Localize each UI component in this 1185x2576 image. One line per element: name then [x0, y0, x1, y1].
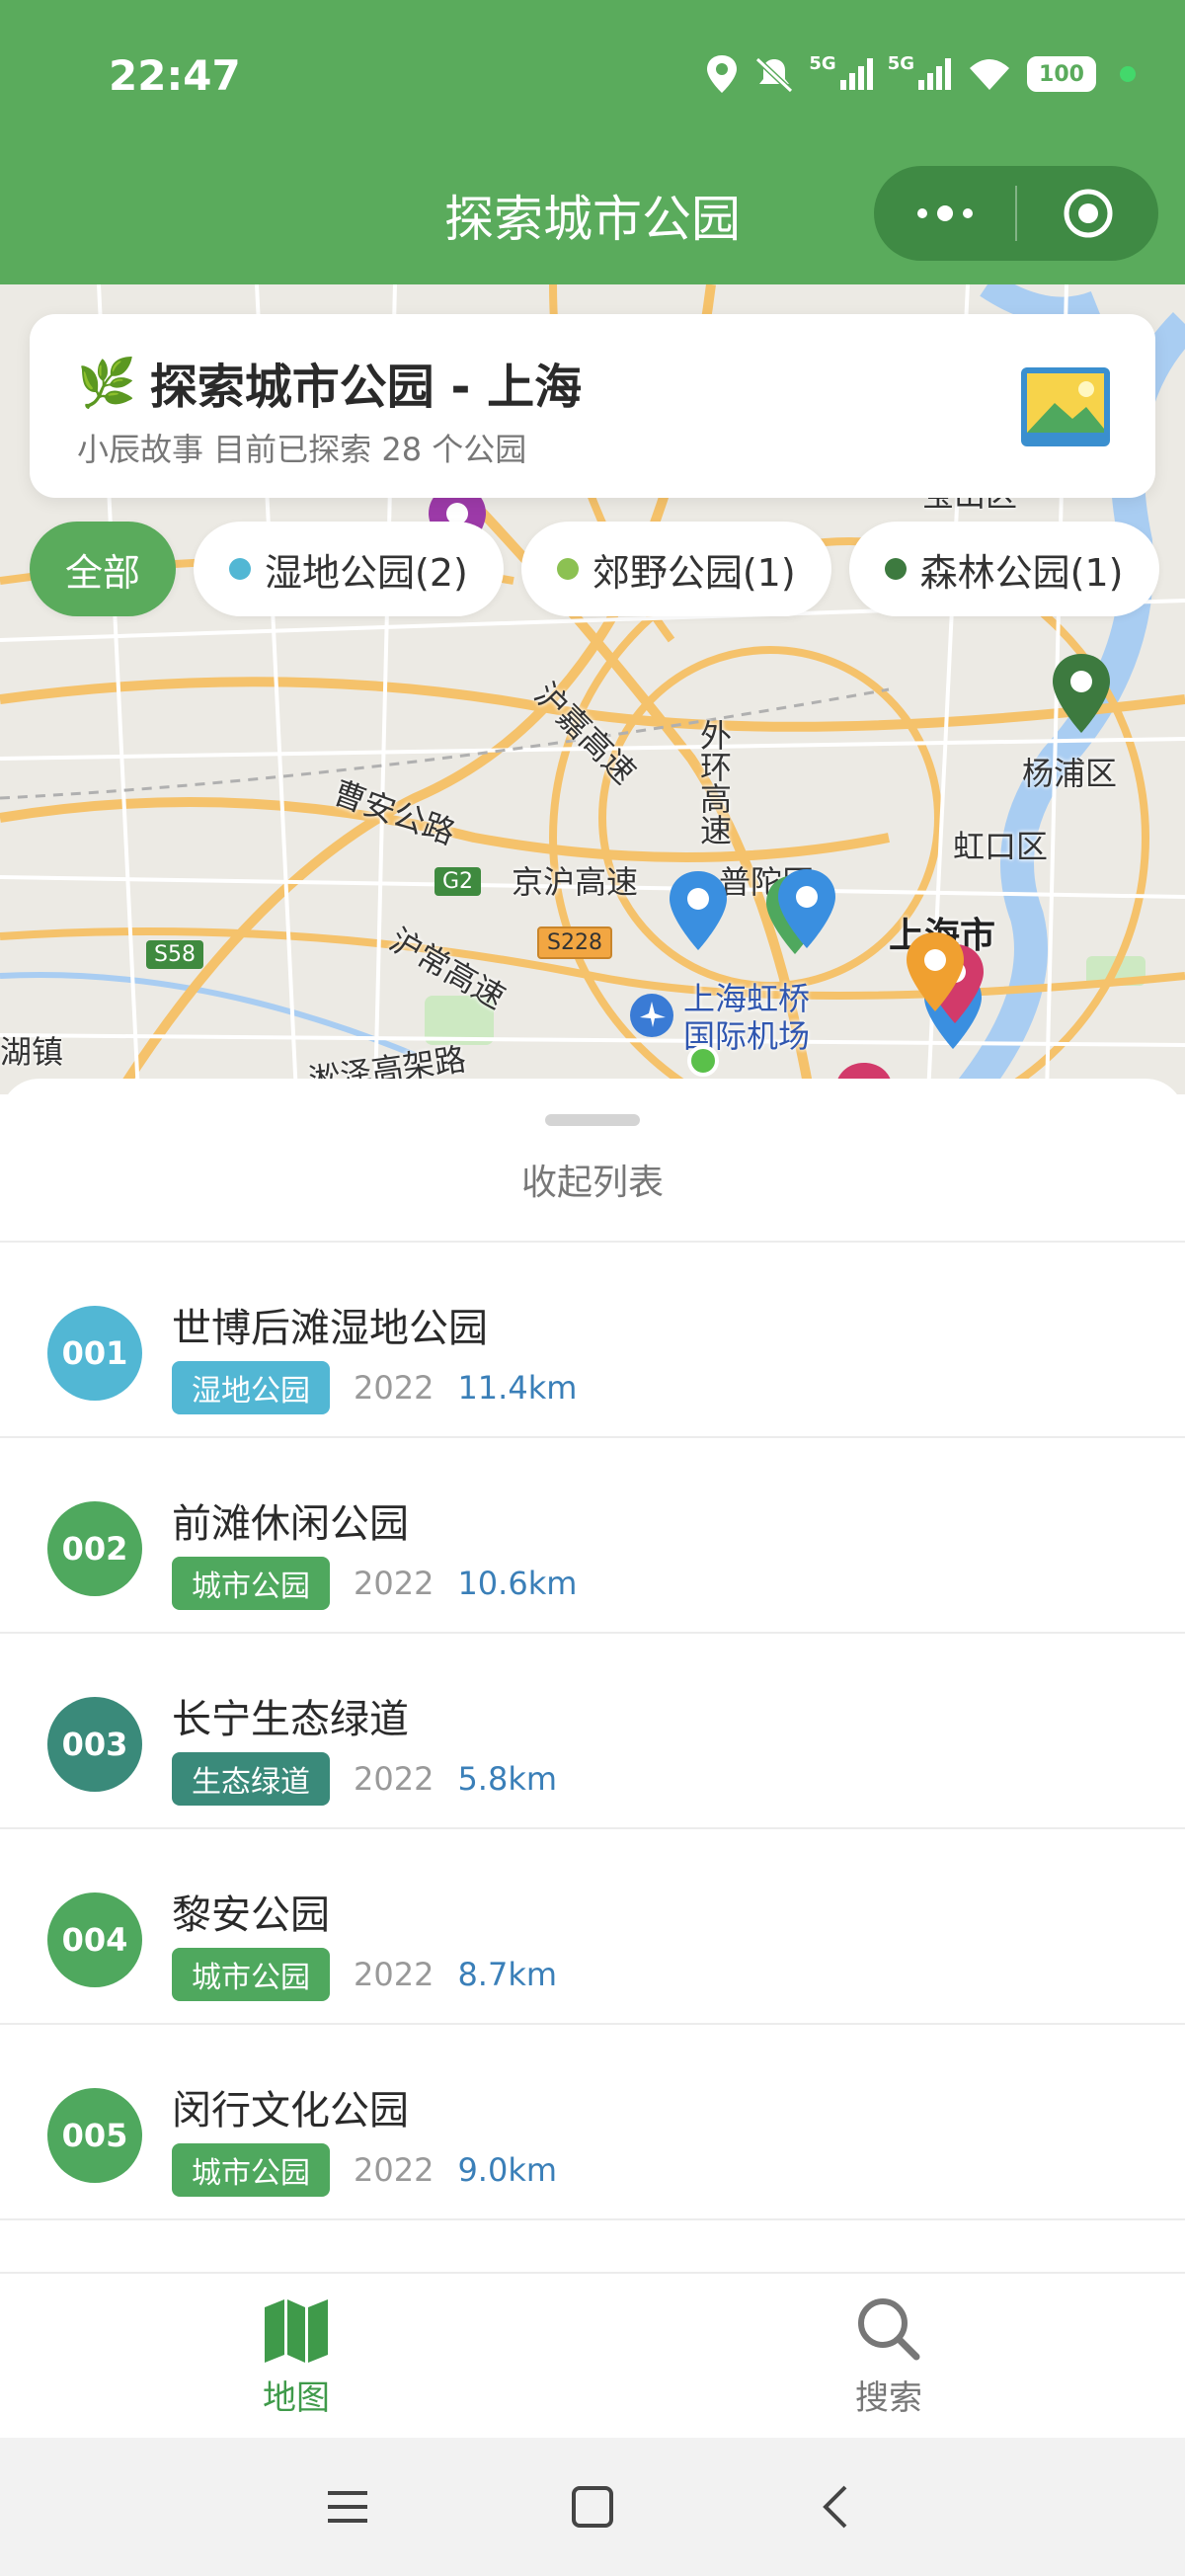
park-distance: 9.0km [457, 2151, 558, 2189]
tab-bar: 地图 搜索 [0, 2272, 1185, 2438]
park-type-tag: 城市公园 [172, 1948, 330, 2001]
airport-icon [630, 994, 673, 1037]
signal-5g-label: 5G [809, 52, 836, 74]
park-year: 2022 [354, 1956, 434, 1993]
picture-icon [1021, 367, 1110, 446]
battery-icon: 100 [1027, 56, 1096, 92]
location-icon [707, 55, 738, 93]
park-type-tag: 生态绿道 [172, 1752, 330, 1806]
home-icon[interactable] [569, 2483, 616, 2531]
park-number-badge: 005 [47, 2088, 142, 2183]
park-meta: 生态绿道 2022 5.8km [172, 1752, 557, 1806]
park-name: 世博后滩湿地公园 [172, 1306, 488, 1351]
park-distance: 11.4km [457, 1369, 578, 1407]
filter-forest[interactable]: 森林公园(1) [848, 522, 1159, 616]
tab-map[interactable]: 地图 [0, 2274, 592, 2438]
sheet-drag-handle[interactable] [545, 1114, 640, 1126]
park-type-tag: 城市公园 [172, 2143, 330, 2197]
park-distance: 10.6km [457, 1565, 578, 1602]
filter-country-label: 郊野公园(1) [592, 550, 796, 595]
map-label-huzhen: 湖镇 [0, 1033, 64, 1071]
filter-forest-label: 森林公园(1) [919, 550, 1124, 595]
mute-icon [755, 56, 794, 94]
park-name: 黎安公园 [172, 1892, 330, 1938]
info-card-subtitle: 小辰故事 目前已探索 28 个公园 [77, 431, 527, 468]
park-number-badge: 002 [47, 1501, 142, 1596]
forest-dot-icon [884, 558, 907, 580]
park-type-tag: 城市公园 [172, 1557, 330, 1610]
tab-search[interactable]: 搜索 [592, 2274, 1185, 2438]
menu-icon[interactable] [324, 2483, 371, 2531]
park-list-sheet: 收起列表 001 世博后滩湿地公园 湿地公园 2022 11.4km 002 前… [0, 1079, 1185, 2272]
road-shield-s228: S228 [537, 926, 612, 959]
filter-chips: 全部 湿地公园(2) 郊野公园(1) 森林公园(1) [30, 522, 1159, 616]
list-item[interactable]: 002 前滩休闲公园 城市公园 2022 10.6km [0, 1438, 1185, 1634]
signal-5g-label-2: 5G [887, 52, 914, 74]
filter-all-label: 全部 [65, 550, 141, 595]
park-number-badge: 004 [47, 1892, 142, 1987]
close-button[interactable] [1017, 166, 1158, 261]
park-number-badge: 001 [47, 1306, 142, 1401]
status-icons: 5G 5G 100 [704, 53, 1136, 95]
back-icon[interactable] [814, 2483, 861, 2531]
privacy-indicator [1120, 66, 1136, 82]
map-icon [265, 2298, 328, 2363]
park-marker[interactable] [664, 867, 733, 956]
country-dot-icon [556, 558, 579, 580]
park-meta: 城市公园 2022 9.0km [172, 2143, 557, 2197]
status-time: 22:47 [109, 51, 241, 100]
list-item[interactable]: 005 闵行文化公园 城市公园 2022 9.0km [0, 2025, 1185, 2220]
filter-wetland-label: 湿地公园(2) [265, 550, 468, 595]
park-distance: 8.7km [457, 1956, 558, 1993]
park-name: 闵行文化公园 [172, 2088, 409, 2133]
list-item[interactable]: 003 长宁生态绿道 生态绿道 2022 5.8km [0, 1634, 1185, 1829]
park-meta: 湿地公园 2022 11.4km [172, 1361, 577, 1414]
top-bar: 22:47 5G 5G 100 探索城市公园 [0, 0, 1185, 284]
tab-map-label: 地图 [263, 2377, 330, 2418]
park-number-badge: 003 [47, 1697, 142, 1792]
park-year: 2022 [354, 1565, 434, 1602]
tab-search-label: 搜索 [855, 2377, 922, 2418]
park-marker[interactable] [901, 928, 970, 1017]
info-card-title-text: 探索城市公园 - 上海 [149, 360, 583, 415]
leaf-icon: 🌿 [77, 355, 136, 411]
park-year: 2022 [354, 1369, 434, 1407]
park-marker[interactable] [772, 865, 841, 954]
map-label-jinghu: 京沪高速 [512, 863, 639, 901]
filter-all[interactable]: 全部 [30, 522, 177, 616]
filter-country[interactable]: 郊野公园(1) [520, 522, 831, 616]
list-item[interactable]: 001 世博后滩湿地公园 湿地公园 2022 11.4km [0, 1243, 1185, 1438]
park-year: 2022 [354, 2151, 434, 2189]
map-label-waihuan: 外环高速 [695, 719, 733, 845]
map-label-yangpu: 杨浦区 [1022, 755, 1118, 792]
list-item[interactable]: 004 黎安公园 城市公园 2022 8.7km [0, 1829, 1185, 2025]
miniprogram-capsule [874, 166, 1158, 261]
park-name: 前滩休闲公园 [172, 1501, 409, 1547]
park-type-tag: 湿地公园 [172, 1361, 330, 1414]
road-shield-g2: G2 [434, 867, 482, 896]
park-year: 2022 [354, 1760, 434, 1798]
target-icon [1064, 189, 1112, 238]
wifi-icon [970, 59, 1009, 90]
park-meta: 城市公园 2022 8.7km [172, 1948, 557, 2001]
search-icon [858, 2297, 920, 2360]
park-list: 001 世博后滩湿地公园 湿地公园 2022 11.4km 002 前滩休闲公园… [0, 1241, 1185, 2220]
current-location-dot [687, 1045, 719, 1077]
collapse-list-button[interactable]: 收起列表 [0, 1154, 1185, 1205]
park-distance: 5.8km [457, 1760, 558, 1798]
more-button[interactable] [874, 166, 1015, 261]
park-marker[interactable] [1047, 650, 1116, 739]
system-nav-bar [0, 2438, 1185, 2576]
park-name: 长宁生态绿道 [172, 1697, 409, 1742]
info-card-title: 🌿 探索城市公园 - 上海 [77, 348, 582, 417]
map-label-hongkou: 虹口区 [953, 828, 1049, 865]
city-info-card: 🌿 探索城市公园 - 上海 小辰故事 目前已探索 28 个公园 [30, 314, 1155, 498]
wetland-dot-icon [229, 558, 252, 580]
park-meta: 城市公园 2022 10.6km [172, 1557, 577, 1610]
signal-icon [918, 58, 951, 90]
more-dots-icon [916, 205, 973, 221]
filter-wetland[interactable]: 湿地公园(2) [194, 522, 504, 616]
signal-icon [839, 58, 873, 90]
road-shield-s58: S58 [146, 940, 203, 969]
